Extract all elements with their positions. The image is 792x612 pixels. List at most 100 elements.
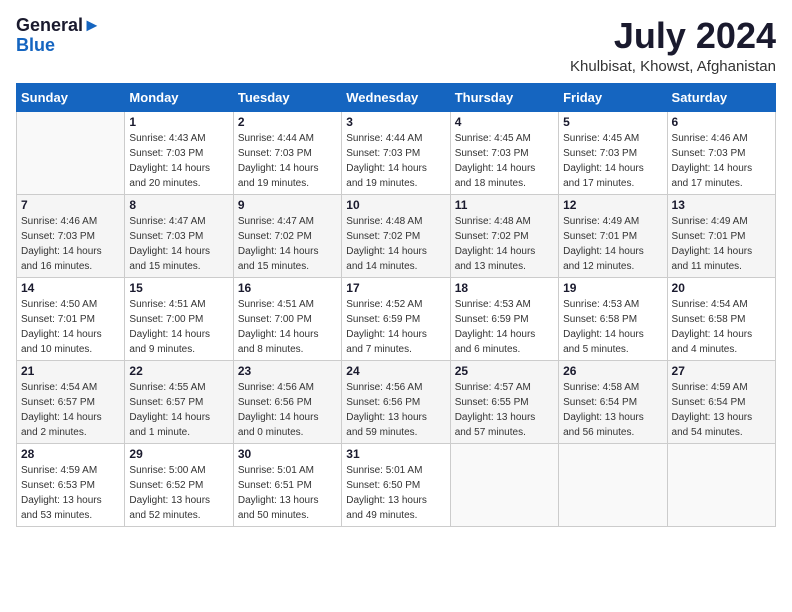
day-info: Sunrise: 4:53 AM Sunset: 6:59 PM Dayligh… (455, 297, 554, 357)
day-info: Sunrise: 4:47 AM Sunset: 7:02 PM Dayligh… (238, 214, 337, 274)
day-info: Sunrise: 5:00 AM Sunset: 6:52 PM Dayligh… (129, 463, 228, 523)
col-header-saturday: Saturday (667, 83, 775, 111)
day-number: 23 (238, 364, 337, 378)
col-header-thursday: Thursday (450, 83, 558, 111)
day-number: 16 (238, 281, 337, 295)
day-number: 21 (21, 364, 120, 378)
day-number: 5 (563, 115, 662, 129)
day-number: 7 (21, 198, 120, 212)
day-info: Sunrise: 4:47 AM Sunset: 7:03 PM Dayligh… (129, 214, 228, 274)
day-info: Sunrise: 4:44 AM Sunset: 7:03 PM Dayligh… (238, 131, 337, 191)
day-info: Sunrise: 4:51 AM Sunset: 7:00 PM Dayligh… (238, 297, 337, 357)
calendar-cell: 9 Sunrise: 4:47 AM Sunset: 7:02 PM Daylig… (233, 194, 341, 277)
calendar-cell: 11Sunrise: 4:48 AM Sunset: 7:02 PM Dayli… (450, 194, 558, 277)
calendar-week-2: 7 Sunrise: 4:46 AM Sunset: 7:03 PM Daylig… (17, 194, 776, 277)
day-number: 1 (129, 115, 228, 129)
calendar-cell: 22Sunrise: 4:55 AM Sunset: 6:57 PM Dayli… (125, 360, 233, 443)
col-header-tuesday: Tuesday (233, 83, 341, 111)
day-info: Sunrise: 4:59 AM Sunset: 6:53 PM Dayligh… (21, 463, 120, 523)
calendar-cell: 23 Sunrise: 4:56 AM Sunset: 6:56 PM Dayli… (233, 360, 341, 443)
calendar-header-row: SundayMondayTuesdayWednesdayThursdayFrid… (17, 83, 776, 111)
day-number: 11 (455, 198, 554, 212)
day-number: 27 (672, 364, 771, 378)
calendar-cell: 15 Sunrise: 4:51 AM Sunset: 7:00 PM Dayli… (125, 277, 233, 360)
logo: General► Blue (16, 16, 101, 56)
calendar-cell: 29Sunrise: 5:00 AM Sunset: 6:52 PM Dayli… (125, 443, 233, 526)
calendar-cell: 6Sunrise: 4:46 AM Sunset: 7:03 PM Daylig… (667, 111, 775, 194)
month-title: July 2024 (570, 16, 776, 56)
day-number: 24 (346, 364, 445, 378)
calendar-cell (17, 111, 125, 194)
page-header: General► Blue July 2024 Khulbisat, Khows… (16, 16, 776, 75)
title-block: July 2024 Khulbisat, Khowst, Afghanistan (570, 16, 776, 75)
day-number: 9 (238, 198, 337, 212)
calendar-cell (667, 443, 775, 526)
day-number: 17 (346, 281, 445, 295)
day-info: Sunrise: 4:54 AM Sunset: 6:57 PM Dayligh… (21, 380, 120, 440)
day-info: Sunrise: 4:58 AM Sunset: 6:54 PM Dayligh… (563, 380, 662, 440)
calendar-cell: 31Sunrise: 5:01 AM Sunset: 6:50 PM Dayli… (342, 443, 450, 526)
calendar-cell: 8Sunrise: 4:47 AM Sunset: 7:03 PM Daylig… (125, 194, 233, 277)
day-info: Sunrise: 4:49 AM Sunset: 7:01 PM Dayligh… (672, 214, 771, 274)
day-number: 13 (672, 198, 771, 212)
calendar-cell: 19 Sunrise: 4:53 AM Sunset: 6:58 PM Dayli… (559, 277, 667, 360)
day-number: 18 (455, 281, 554, 295)
calendar-cell: 27 Sunrise: 4:59 AM Sunset: 6:54 PM Dayli… (667, 360, 775, 443)
logo-text: General► (16, 16, 101, 36)
day-info: Sunrise: 5:01 AM Sunset: 6:51 PM Dayligh… (238, 463, 337, 523)
calendar-cell: 26 Sunrise: 4:58 AM Sunset: 6:54 PM Dayli… (559, 360, 667, 443)
day-number: 12 (563, 198, 662, 212)
day-number: 31 (346, 447, 445, 461)
calendar-cell: 24 Sunrise: 4:56 AM Sunset: 6:56 PM Dayli… (342, 360, 450, 443)
day-info: Sunrise: 4:52 AM Sunset: 6:59 PM Dayligh… (346, 297, 445, 357)
day-info: Sunrise: 4:49 AM Sunset: 7:01 PM Dayligh… (563, 214, 662, 274)
day-number: 30 (238, 447, 337, 461)
calendar-cell: 2 Sunrise: 4:44 AM Sunset: 7:03 PM Daylig… (233, 111, 341, 194)
day-number: 3 (346, 115, 445, 129)
day-number: 26 (563, 364, 662, 378)
calendar-cell: 25 Sunrise: 4:57 AM Sunset: 6:55 PM Dayli… (450, 360, 558, 443)
day-info: Sunrise: 4:59 AM Sunset: 6:54 PM Dayligh… (672, 380, 771, 440)
calendar-week-4: 21 Sunrise: 4:54 AM Sunset: 6:57 PM Dayli… (17, 360, 776, 443)
calendar-cell: 21 Sunrise: 4:54 AM Sunset: 6:57 PM Dayli… (17, 360, 125, 443)
calendar-cell: 1 Sunrise: 4:43 AM Sunset: 7:03 PM Daylig… (125, 111, 233, 194)
location: Khulbisat, Khowst, Afghanistan (570, 58, 776, 75)
day-info: Sunrise: 4:54 AM Sunset: 6:58 PM Dayligh… (672, 297, 771, 357)
day-number: 19 (563, 281, 662, 295)
day-info: Sunrise: 4:56 AM Sunset: 6:56 PM Dayligh… (238, 380, 337, 440)
calendar-cell: 20Sunrise: 4:54 AM Sunset: 6:58 PM Dayli… (667, 277, 775, 360)
day-number: 28 (21, 447, 120, 461)
day-info: Sunrise: 4:44 AM Sunset: 7:03 PM Dayligh… (346, 131, 445, 191)
day-info: Sunrise: 4:45 AM Sunset: 7:03 PM Dayligh… (455, 131, 554, 191)
calendar-week-1: 1 Sunrise: 4:43 AM Sunset: 7:03 PM Daylig… (17, 111, 776, 194)
day-info: Sunrise: 4:56 AM Sunset: 6:56 PM Dayligh… (346, 380, 445, 440)
day-info: Sunrise: 4:48 AM Sunset: 7:02 PM Dayligh… (346, 214, 445, 274)
calendar-cell: 28 Sunrise: 4:59 AM Sunset: 6:53 PM Dayli… (17, 443, 125, 526)
calendar-cell: 12 Sunrise: 4:49 AM Sunset: 7:01 PM Dayli… (559, 194, 667, 277)
day-info: Sunrise: 4:53 AM Sunset: 6:58 PM Dayligh… (563, 297, 662, 357)
calendar-cell: 14Sunrise: 4:50 AM Sunset: 7:01 PM Dayli… (17, 277, 125, 360)
col-header-sunday: Sunday (17, 83, 125, 111)
day-number: 15 (129, 281, 228, 295)
day-info: Sunrise: 4:50 AM Sunset: 7:01 PM Dayligh… (21, 297, 120, 357)
day-number: 2 (238, 115, 337, 129)
calendar-cell: 13 Sunrise: 4:49 AM Sunset: 7:01 PM Dayli… (667, 194, 775, 277)
day-info: Sunrise: 4:55 AM Sunset: 6:57 PM Dayligh… (129, 380, 228, 440)
day-info: Sunrise: 4:43 AM Sunset: 7:03 PM Dayligh… (129, 131, 228, 191)
calendar-cell: 7 Sunrise: 4:46 AM Sunset: 7:03 PM Daylig… (17, 194, 125, 277)
calendar-table: SundayMondayTuesdayWednesdayThursdayFrid… (16, 83, 776, 527)
day-info: Sunrise: 4:57 AM Sunset: 6:55 PM Dayligh… (455, 380, 554, 440)
calendar-cell: 4Sunrise: 4:45 AM Sunset: 7:03 PM Daylig… (450, 111, 558, 194)
calendar-cell: 16 Sunrise: 4:51 AM Sunset: 7:00 PM Dayli… (233, 277, 341, 360)
calendar-cell: 18 Sunrise: 4:53 AM Sunset: 6:59 PM Dayli… (450, 277, 558, 360)
calendar-cell (559, 443, 667, 526)
day-number: 10 (346, 198, 445, 212)
day-number: 6 (672, 115, 771, 129)
calendar-cell: 30 Sunrise: 5:01 AM Sunset: 6:51 PM Dayli… (233, 443, 341, 526)
calendar-cell: 3 Sunrise: 4:44 AM Sunset: 7:03 PM Daylig… (342, 111, 450, 194)
day-info: Sunrise: 4:51 AM Sunset: 7:00 PM Dayligh… (129, 297, 228, 357)
day-info: Sunrise: 4:46 AM Sunset: 7:03 PM Dayligh… (21, 214, 120, 274)
day-number: 25 (455, 364, 554, 378)
col-header-wednesday: Wednesday (342, 83, 450, 111)
col-header-friday: Friday (559, 83, 667, 111)
